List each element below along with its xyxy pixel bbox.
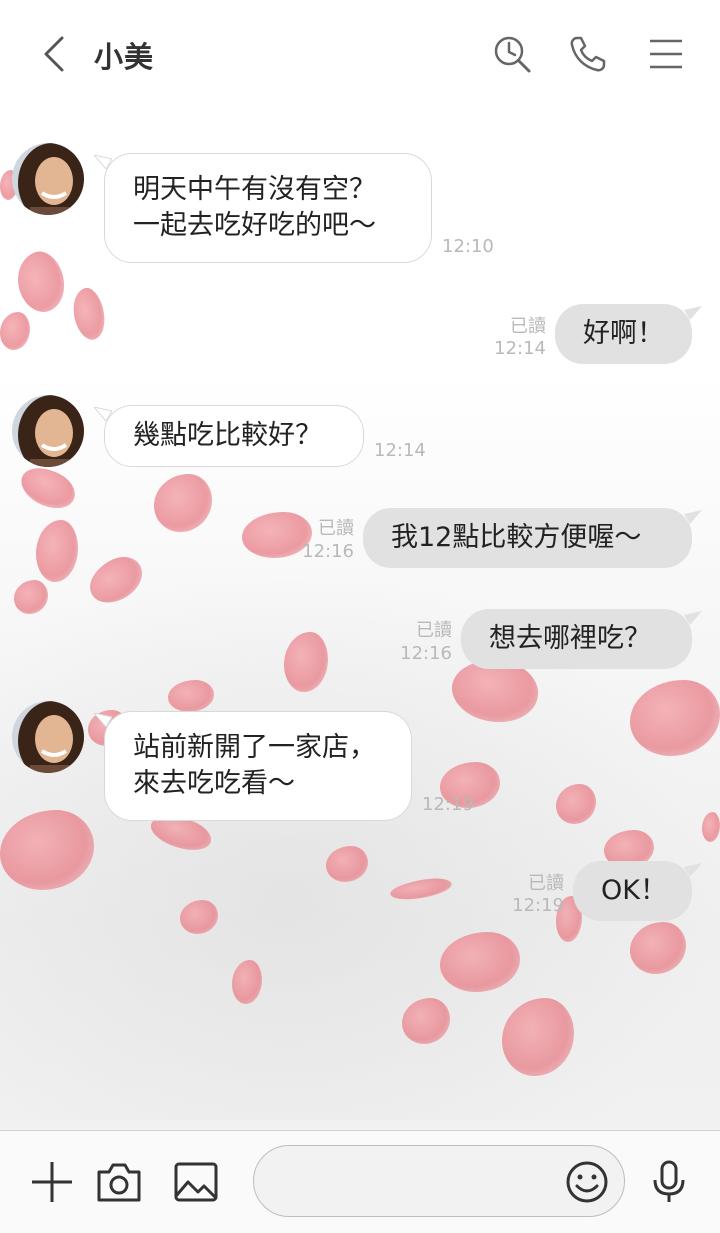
chat-header: 小美	[0, 0, 720, 108]
message-text: 一起去吃好吃的吧～	[133, 210, 376, 241]
image-icon[interactable]	[172, 1158, 220, 1206]
camera-icon[interactable]	[95, 1158, 143, 1206]
outgoing-message-bubble[interactable]: 好啊！	[555, 304, 692, 364]
bubble-tail	[684, 510, 702, 524]
message-time: 12:19	[512, 895, 564, 916]
bubble-tail	[684, 611, 702, 625]
read-receipt: 已讀	[528, 873, 564, 894]
petal-decoration	[14, 458, 82, 518]
message-time: 12:14	[494, 338, 546, 359]
outgoing-message-bubble[interactable]: 想去哪裡吃？	[461, 609, 692, 669]
message-text: 好啊！	[583, 318, 664, 349]
read-receipt: 已讀	[416, 620, 452, 641]
outgoing-message-bubble[interactable]: OK！	[573, 861, 692, 921]
avatar[interactable]	[12, 143, 84, 215]
message-time: 12:16	[302, 541, 354, 562]
bubble-tail	[684, 306, 702, 320]
bubble-tail	[684, 863, 702, 877]
outgoing-message-bubble[interactable]: 我12點比較方便喔～	[363, 508, 692, 568]
incoming-message-bubble[interactable]: 幾點吃比較好？	[104, 405, 364, 467]
avatar-image	[12, 143, 84, 215]
incoming-message-bubble[interactable]: 明天中午有沒有空？ 一起去吃好吃的吧～	[104, 153, 432, 263]
petal-decoration	[9, 245, 73, 319]
petal-decoration	[67, 285, 111, 343]
message-composer	[0, 1130, 720, 1233]
message-text: OK！	[601, 875, 667, 906]
back-icon[interactable]	[38, 34, 78, 74]
message-time: 12:16	[400, 643, 452, 664]
message-time: 12:19	[422, 794, 474, 815]
chat-title: 小美	[94, 40, 155, 74]
message-time: 12:10	[442, 236, 494, 257]
read-receipt: 已讀	[510, 316, 546, 337]
avatar[interactable]	[12, 395, 84, 467]
message-text: 明天中午有沒有空？	[133, 174, 376, 205]
microphone-icon[interactable]	[645, 1158, 693, 1206]
avatar[interactable]	[12, 701, 84, 773]
petal-decoration	[154, 474, 212, 532]
message-text: 我12點比較方便喔～	[391, 522, 642, 553]
read-receipt: 已讀	[318, 518, 354, 539]
phone-icon[interactable]	[568, 34, 608, 74]
emoji-icon[interactable]	[563, 1158, 611, 1206]
message-text: 來去吃吃看～	[133, 768, 295, 799]
avatar-image	[12, 395, 84, 467]
incoming-message-bubble[interactable]: 站前新開了一家店， 來去吃吃看～	[104, 711, 412, 821]
message-text: 想去哪裡吃？	[489, 623, 651, 654]
message-text: 站前新開了一家店，	[133, 732, 376, 763]
plus-icon[interactable]	[28, 1158, 76, 1206]
message-time: 12:14	[374, 440, 426, 461]
menu-icon[interactable]	[646, 34, 686, 74]
search-history-icon[interactable]	[492, 34, 532, 74]
petal-decoration	[0, 312, 30, 350]
avatar-image	[12, 701, 84, 773]
message-text: 幾點吃比較好？	[133, 420, 322, 451]
